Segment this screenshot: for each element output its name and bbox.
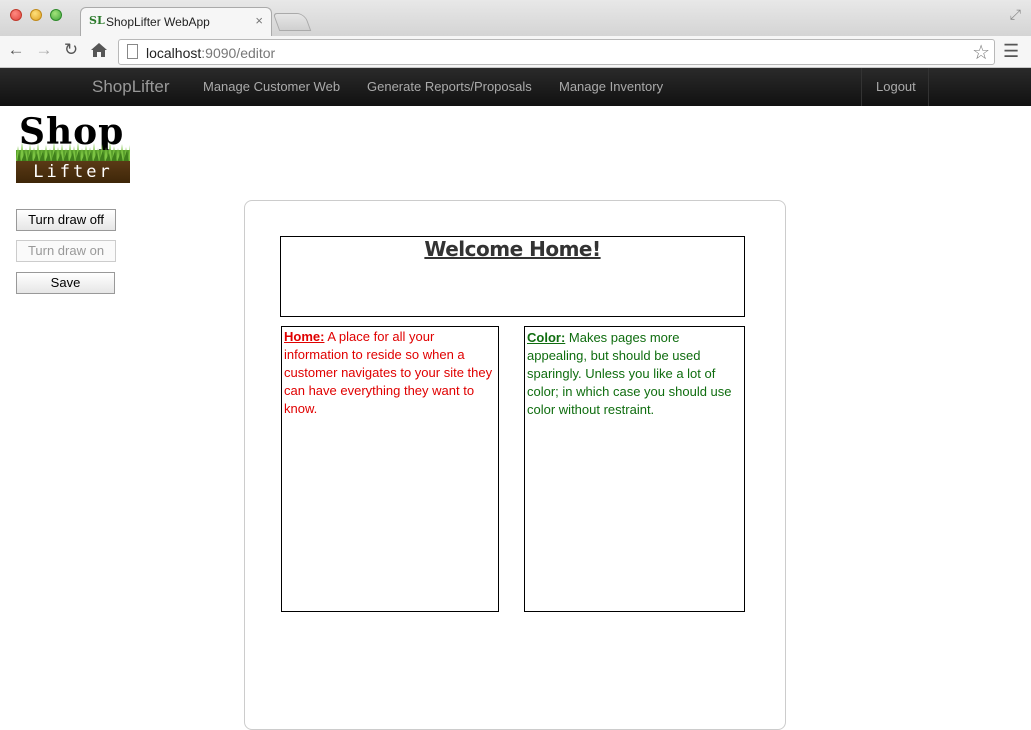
reload-icon[interactable]: ↻	[60, 40, 82, 60]
page-icon	[127, 44, 138, 59]
minimize-window-icon[interactable]	[30, 9, 42, 21]
fullscreen-icon[interactable]: ⤢	[1010, 6, 1021, 23]
browser-toolbar: ← → ↻ localhost:9090/editor ☆ ☰	[0, 36, 1031, 68]
home-text-block[interactable]: Home: A place for all your information t…	[281, 326, 499, 612]
nav-divider	[861, 68, 862, 106]
logout-link[interactable]: Logout	[876, 79, 916, 94]
star-icon[interactable]: ☆	[972, 40, 990, 65]
nav-generate-reports[interactable]: Generate Reports/Proposals	[367, 79, 532, 94]
close-window-icon[interactable]	[10, 9, 22, 21]
tab-title: ShopLifter WebApp	[106, 15, 210, 29]
back-arrow-icon[interactable]: ←	[5, 40, 27, 60]
browser-tab[interactable]: SL ShopLifter WebApp ×	[80, 7, 272, 36]
nav-manage-inventory[interactable]: Manage Inventory	[559, 79, 663, 94]
welcome-title: Welcome Home!	[424, 237, 601, 261]
color-text-block[interactable]: Color: Makes pages more appealing, but s…	[524, 326, 745, 612]
url-text[interactable]: localhost:9090/editor	[146, 45, 275, 61]
nav-divider	[928, 68, 929, 106]
home-block-lead: Home:	[284, 329, 325, 344]
zoom-window-icon[interactable]	[50, 9, 62, 21]
color-block-lead: Color:	[527, 330, 566, 345]
app-navbar: ShopLifter Manage Customer Web Generate …	[0, 68, 1031, 106]
shoplifter-logo: Shop Lifter	[16, 112, 130, 183]
tab-close-icon[interactable]: ×	[255, 13, 263, 28]
save-button[interactable]: Save	[16, 272, 115, 294]
logo-lifter-text: Lifter	[33, 162, 113, 182]
home-icon[interactable]	[88, 40, 110, 63]
forward-arrow-icon[interactable]: →	[33, 40, 55, 60]
welcome-block[interactable]: Welcome Home!	[280, 236, 745, 317]
logo-band: Lifter	[16, 161, 130, 183]
favicon-icon: SL	[89, 14, 105, 27]
turn-draw-off-button[interactable]: Turn draw off	[16, 209, 116, 231]
new-tab-button[interactable]	[272, 13, 312, 31]
address-bar[interactable]: localhost:9090/editor ☆	[118, 39, 995, 65]
browser-tab-bar: SL ShopLifter WebApp × ⤢	[0, 0, 1031, 36]
nav-manage-customer-web[interactable]: Manage Customer Web	[203, 79, 340, 94]
turn-draw-on-button[interactable]: Turn draw on	[16, 240, 116, 262]
hamburger-menu-icon[interactable]: ☰	[1003, 41, 1019, 62]
brand-link[interactable]: ShopLifter	[92, 77, 170, 97]
grass-graphic	[16, 142, 130, 162]
